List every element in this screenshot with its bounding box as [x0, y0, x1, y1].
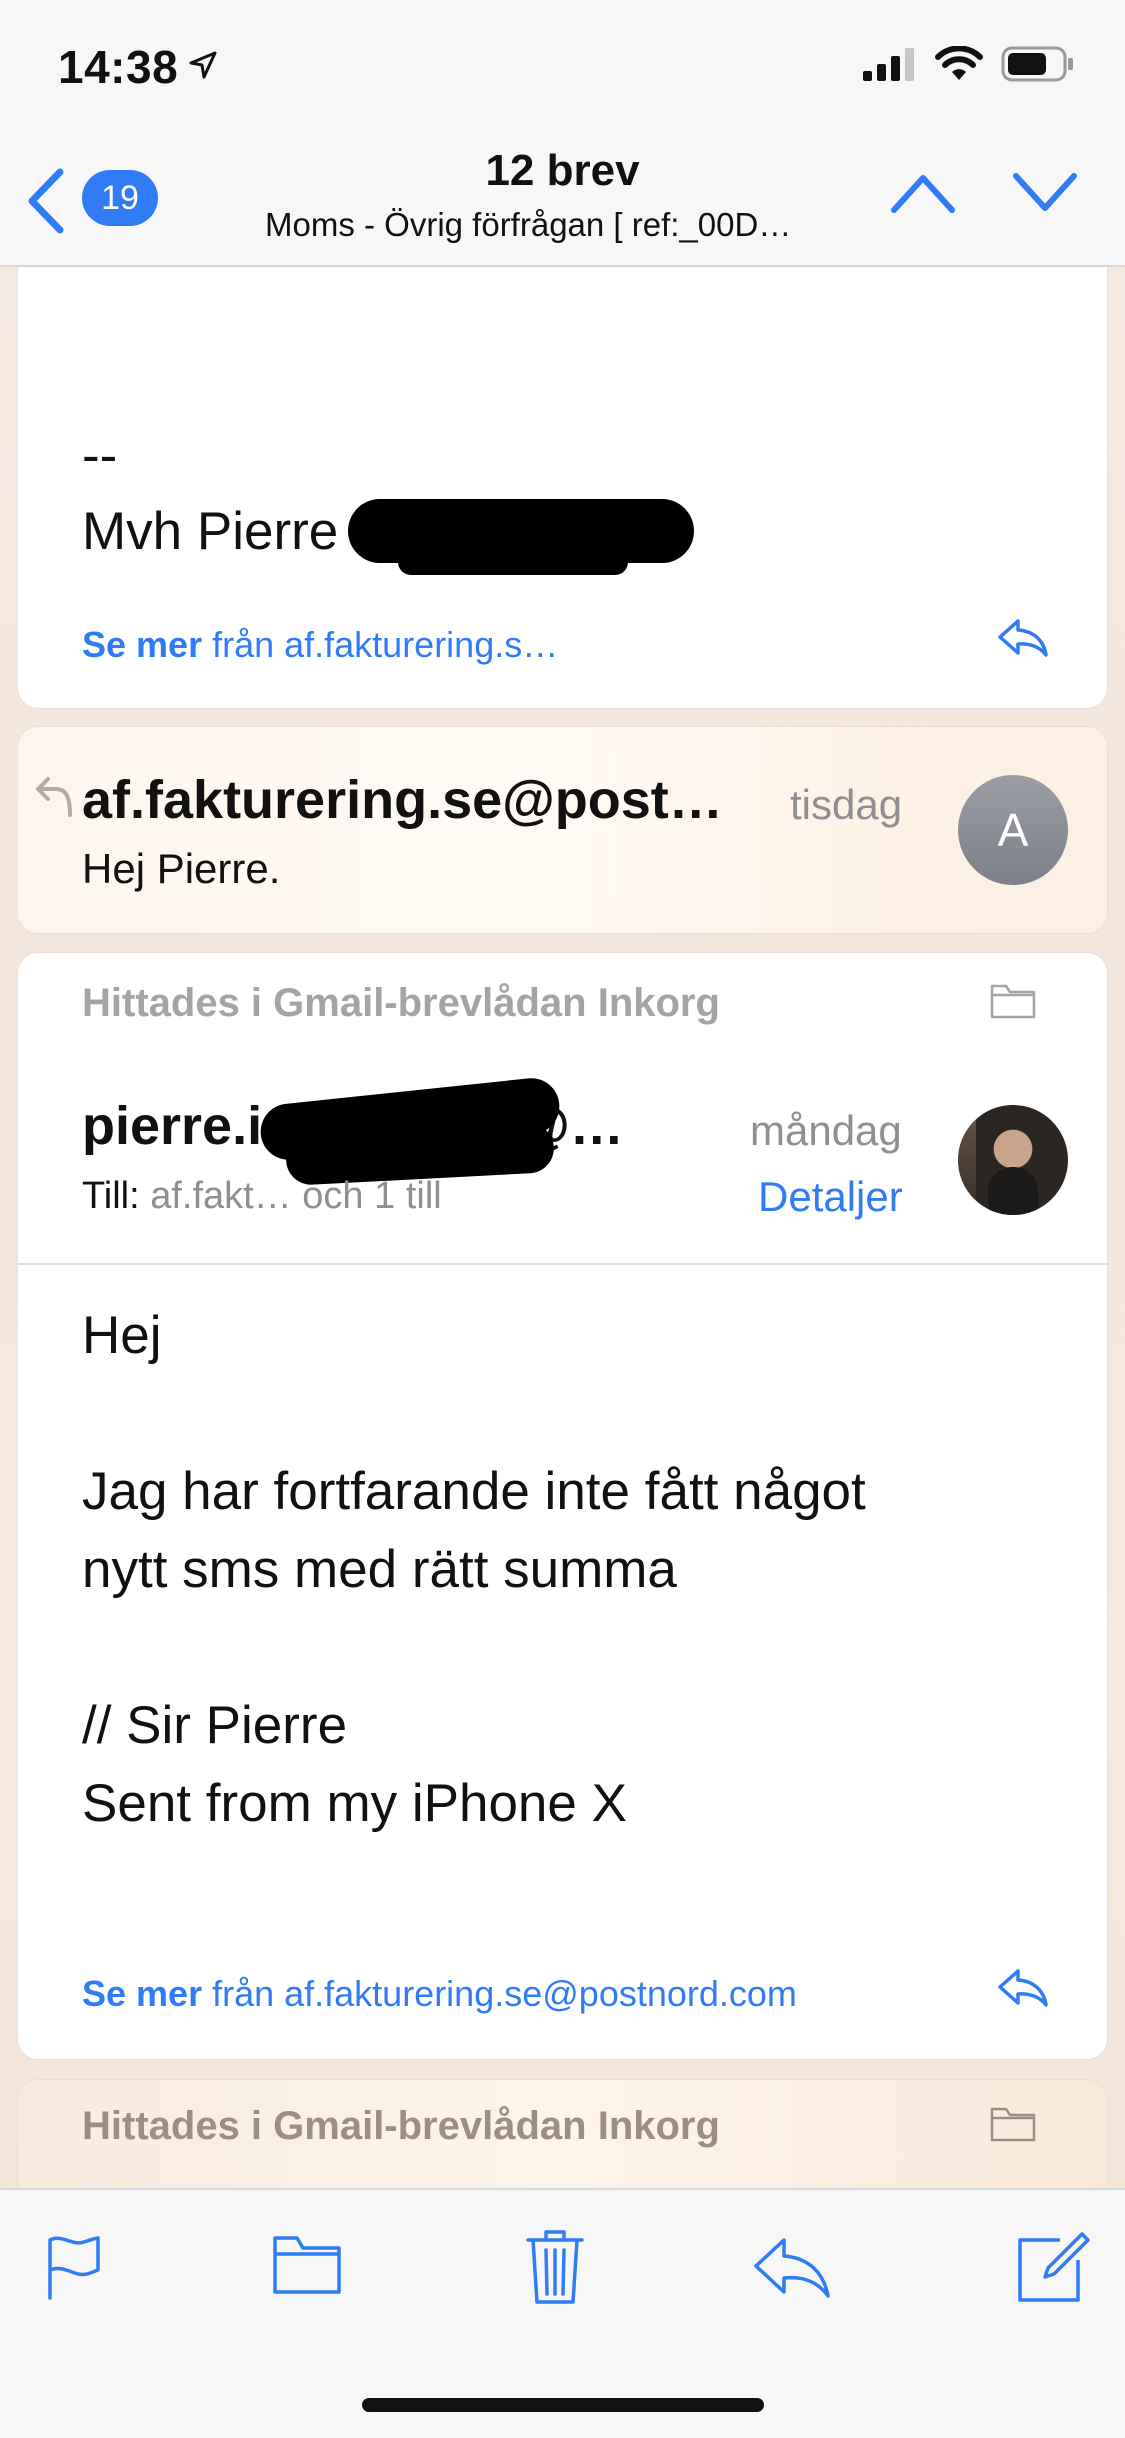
mailbox-note: Hittades i Gmail-brevlådan Inkorg — [82, 2104, 720, 2148]
body-line: Sent from my iPhone X — [82, 1774, 627, 1833]
message-card-collapsed[interactable]: af.fakturering.se@post… tisdag Hej Pierr… — [18, 727, 1107, 933]
replied-icon — [34, 775, 74, 824]
divider — [18, 1263, 1107, 1265]
folder-icon[interactable] — [272, 2234, 342, 2301]
body-line: // Sir Pierre — [82, 1696, 348, 1755]
body-line — [82, 1609, 1062, 1687]
wifi-icon — [935, 45, 983, 87]
compose-icon[interactable] — [1016, 2230, 1090, 2307]
message-body: Hej Jag har fortfarande inte fått något … — [82, 1297, 1062, 1843]
body-line — [82, 1375, 1062, 1453]
chevron-down-icon[interactable] — [1012, 170, 1078, 221]
avatar — [958, 1105, 1068, 1215]
status-indicators — [861, 45, 1075, 87]
trash-icon[interactable] — [524, 2228, 586, 2311]
body-line: Jag har fortfarande inte fått något — [82, 1462, 866, 1521]
reply-icon[interactable] — [996, 617, 1050, 664]
status-time: 14:38 — [58, 41, 179, 93]
message-preview: Hej Pierre. — [82, 845, 281, 892]
see-more-link[interactable]: Se mer från af.fakturering.s… — [82, 624, 558, 666]
mailbox-note: Hittades i Gmail-brevlådan Inkorg — [82, 981, 720, 1025]
signature-dashes: -- — [82, 426, 118, 485]
see-more-link[interactable]: Se mer från af.fakturering.se@postnord.c… — [82, 1973, 797, 2015]
recipients: Till: af.fakt… och 1 till — [82, 1175, 442, 1217]
message-date: måndag — [750, 1107, 902, 1154]
body-line: nytt sms med rätt summa — [82, 1540, 677, 1599]
message-date: tisdag — [790, 781, 903, 828]
body-line: Hej — [82, 1306, 162, 1365]
location-arrow-icon — [188, 50, 218, 85]
page-title: 12 brev — [485, 146, 640, 195]
battery-icon — [1001, 46, 1075, 87]
signal-icon — [861, 47, 917, 86]
navigation-bar: 14:38 19 12 brev Moms - Övrig förfrågan … — [0, 0, 1125, 267]
avatar: A — [958, 775, 1068, 885]
signature-text: Mvh Pierre — [82, 502, 339, 561]
message-card-collapsed[interactable]: Hittades i Gmail-brevlådan Inkorg — [18, 2080, 1107, 2200]
message-card: -- Mvh Pierre Se mer från af.fakturering… — [18, 267, 1107, 708]
reply-icon[interactable] — [996, 1967, 1050, 2014]
folder-icon[interactable] — [990, 983, 1036, 1026]
folder-icon[interactable] — [990, 2106, 1036, 2149]
reply-icon[interactable] — [752, 2236, 832, 2305]
home-indicator[interactable] — [362, 2398, 764, 2412]
chevron-up-icon[interactable] — [890, 170, 956, 221]
details-link[interactable]: Detaljer — [758, 1173, 903, 1221]
redaction-scribble — [398, 549, 628, 575]
thread-subject: Moms - Övrig förfrågan [ ref:_00D… — [265, 206, 792, 243]
sender-name: af.fakturering.se@post… — [82, 770, 723, 830]
flag-icon[interactable] — [44, 2234, 104, 2305]
message-card: Hittades i Gmail-brevlådan Inkorg pierre… — [18, 953, 1107, 2059]
